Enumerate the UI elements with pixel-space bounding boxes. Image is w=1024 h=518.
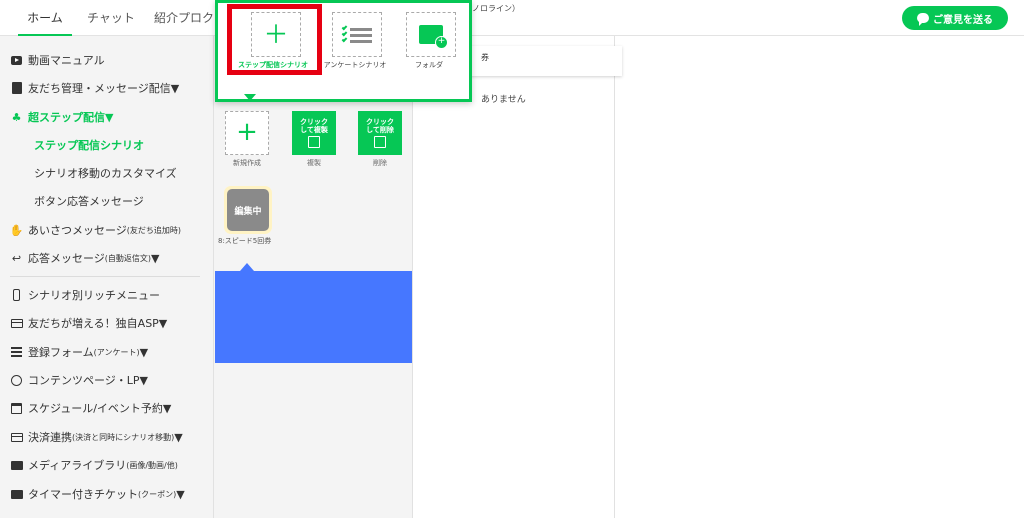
sidebar-item-form[interactable]: 登録フォーム (アンケート) ▼ bbox=[10, 341, 148, 363]
popup-arrow bbox=[244, 94, 256, 101]
chat-bubble-icon bbox=[917, 13, 929, 26]
top-partial-text: ノロライン） bbox=[472, 4, 520, 13]
sidebar-item-video-manual[interactable]: 動画マニュアル bbox=[10, 49, 105, 71]
delete-label: 削除 bbox=[373, 159, 387, 167]
reply-icon: ↩ bbox=[11, 251, 22, 265]
folder-option[interactable] bbox=[406, 12, 456, 57]
contacts-icon bbox=[10, 82, 23, 94]
panel-pointer bbox=[240, 263, 254, 271]
copy-icon bbox=[308, 136, 320, 149]
delete-button[interactable]: クリック して削除 bbox=[358, 111, 402, 155]
new-scenario-label: 新規作成 bbox=[233, 159, 261, 167]
editing-badge: 編集中 bbox=[227, 189, 269, 231]
duplicate-action[interactable]: クリック して複製 複製 bbox=[292, 111, 336, 168]
checklist-icon bbox=[341, 24, 372, 45]
sidebar-item-rich-menu[interactable]: シナリオ別リッチメニュー bbox=[10, 284, 160, 306]
top-navigation: ホーム チャット 紹介プロク ノロライン） ご意見を送る bbox=[0, 0, 1024, 36]
sidebar-item-schedule[interactable]: スケジュール/イベント予約▼ bbox=[10, 397, 171, 419]
duplicate-button[interactable]: クリック して複製 bbox=[292, 111, 336, 155]
sidebar-item-content-page[interactable]: コンテンツページ・LP▼ bbox=[10, 369, 148, 391]
selected-scenario-panel bbox=[215, 271, 412, 363]
sidebar-item-asp[interactable]: 友だちが増える！独自ASP▼ bbox=[10, 312, 167, 334]
delete-action[interactable]: クリック して削除 削除 bbox=[358, 111, 402, 168]
sidebar-item-auto-reply[interactable]: ↩ 応答メッセージ (自動返信文) ▼ bbox=[10, 247, 160, 269]
sidebar-item-scenario-move[interactable]: シナリオ移動のカスタマイズ bbox=[34, 162, 177, 184]
hierarchy-icon: ♣ bbox=[11, 110, 22, 124]
hand-icon: ✋ bbox=[9, 223, 24, 237]
sidebar-item-payment[interactable]: 決済連携 (決済と同時にシナリオ移動) ▼ bbox=[10, 426, 183, 448]
survey-scenario-option[interactable] bbox=[332, 12, 382, 57]
sidebar-item-friends[interactable]: 友だち管理・メッセージ配信▼ bbox=[10, 77, 179, 99]
money-icon bbox=[10, 317, 23, 329]
feedback-button[interactable]: ご意見を送る bbox=[902, 6, 1008, 30]
sidebar-item-greeting[interactable]: ✋ あいさつメッセージ (友だち追加時) bbox=[10, 219, 181, 241]
folder-icon bbox=[10, 459, 23, 471]
video-icon bbox=[10, 54, 23, 66]
folder-option-label: フォルダ bbox=[415, 61, 443, 69]
scenario-name: 8:スピード5回券 bbox=[218, 237, 272, 245]
scenario-detail-panel: 券 ありません bbox=[413, 36, 622, 518]
plus-icon: + bbox=[225, 111, 269, 155]
tab-chat[interactable]: チャット bbox=[82, 0, 140, 36]
selection-highlight bbox=[227, 4, 322, 75]
duplicate-label: 複製 bbox=[307, 159, 321, 167]
list-icon bbox=[10, 346, 23, 358]
sidebar-item-step-scenario[interactable]: ステップ配信シナリオ bbox=[34, 134, 144, 156]
folder-add-icon bbox=[419, 25, 448, 49]
sidebar-item-step-delivery[interactable]: ♣ 超ステップ配信▼ bbox=[10, 106, 114, 128]
scenario-thumbnail[interactable]: 編集中 bbox=[224, 186, 272, 234]
sidebar-item-button-response[interactable]: ボタン応答メッセージ bbox=[34, 190, 144, 212]
tab-referral[interactable]: 紹介プロク bbox=[152, 0, 216, 36]
credit-card-icon bbox=[10, 431, 23, 443]
sidebar-item-media-library[interactable]: メディアライブラリ (画像/動画/他) bbox=[10, 454, 178, 476]
tab-home[interactable]: ホーム bbox=[18, 0, 72, 36]
sidebar-divider bbox=[10, 276, 200, 277]
trash-icon bbox=[374, 136, 386, 149]
empty-message: ありません bbox=[481, 95, 526, 105]
calendar-icon bbox=[10, 402, 23, 414]
new-scenario-action[interactable]: + 新規作成 bbox=[225, 111, 269, 168]
sidebar-item-ticket[interactable]: タイマー付きチケット (クーポン) ▼ bbox=[10, 483, 185, 505]
phone-icon bbox=[10, 289, 23, 301]
feedback-label: ご意見を送る bbox=[933, 14, 993, 26]
ticket-icon bbox=[10, 488, 23, 500]
globe-icon bbox=[10, 374, 23, 386]
